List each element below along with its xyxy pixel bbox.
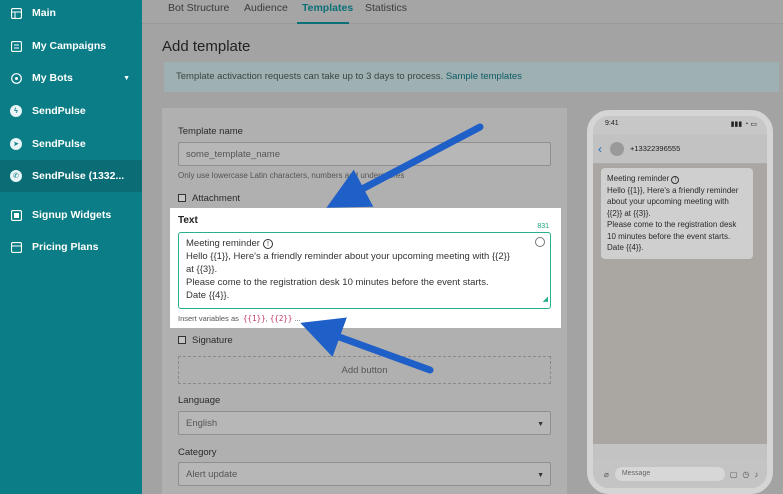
annotation-arrows (300, 123, 484, 374)
arrow-to-variables (300, 317, 434, 374)
arrow-to-text-panel (326, 123, 484, 208)
